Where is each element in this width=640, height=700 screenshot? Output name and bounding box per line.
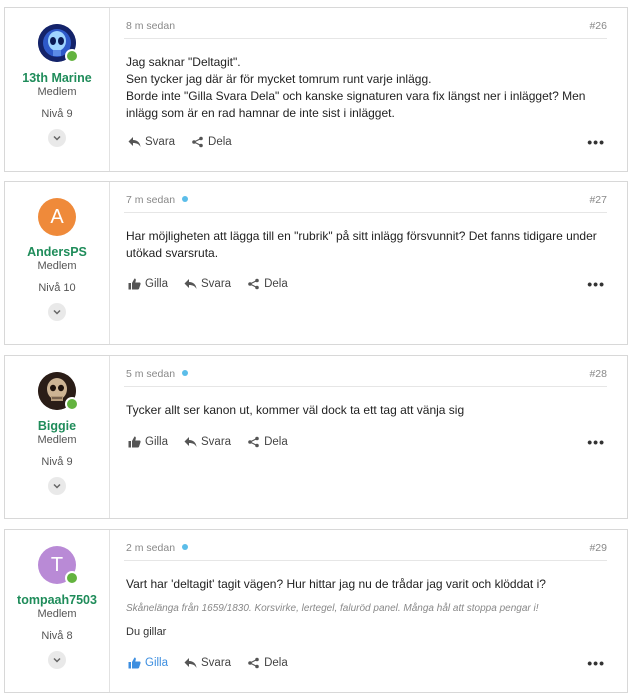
more-options-button[interactable]: ••• (587, 434, 605, 450)
post-text-line: Borde inte "Gilla Svara Dela" och kanske… (126, 89, 586, 103)
you-like-indicator[interactable]: Du gillar (126, 624, 603, 641)
post-text-line: Vart har 'deltagit' tagit vägen? Hur hit… (126, 577, 546, 591)
share-button[interactable]: Dela (247, 436, 288, 448)
reply-button[interactable]: Svara (128, 136, 175, 148)
new-post-indicator (182, 196, 189, 202)
post-body: Vart har 'deltagit' tagit vägen? Hur hit… (126, 576, 603, 593)
reply-button[interactable]: Svara (184, 436, 231, 448)
post-29: T tompaah7503 Medlem Nivå 8 2 m sedan #2… (4, 529, 628, 693)
author-panel: Biggie Medlem Nivå 9 (5, 356, 110, 518)
author-panel: 13th Marine Medlem Nivå 9 (5, 8, 110, 171)
expand-profile-button[interactable] (48, 651, 66, 669)
post-text-line: inlägg som är en rad hamnar de inte sist… (126, 106, 395, 120)
post-number[interactable]: #28 (589, 368, 607, 380)
user-role: Medlem (37, 608, 77, 620)
share-button[interactable]: Dela (191, 136, 232, 148)
post-time[interactable]: 8 m sedan (126, 20, 175, 32)
expand-profile-button[interactable] (48, 477, 66, 495)
expand-profile-button[interactable] (48, 129, 66, 147)
post-text-line: Har möjligheten att lägga till en "rubri… (126, 229, 597, 243)
user-level: Nivå 8 (41, 630, 73, 642)
share-icon (248, 278, 259, 290)
post-time[interactable]: 5 m sedan (126, 368, 175, 380)
chevron-down-icon (53, 483, 61, 489)
username[interactable]: 13th Marine (5, 71, 109, 85)
share-icon (192, 136, 203, 148)
reply-label: Svara (201, 278, 232, 290)
user-role: Medlem (37, 434, 77, 446)
share-label: Dela (264, 436, 288, 448)
share-label: Dela (264, 657, 288, 669)
like-button[interactable]: Gilla (128, 436, 168, 448)
share-icon (248, 436, 259, 448)
user-level: Nivå 10 (38, 282, 76, 294)
reply-icon (128, 137, 141, 147)
like-label: Gilla (145, 657, 169, 669)
new-post-indicator (182, 544, 189, 550)
username[interactable]: Biggie (5, 419, 109, 433)
thumbs-up-icon (128, 278, 141, 290)
post-time[interactable]: 7 m sedan (126, 194, 175, 206)
username[interactable]: AndersPS (5, 245, 109, 259)
more-options-button[interactable]: ••• (587, 134, 605, 150)
reply-icon (184, 279, 197, 289)
more-options-button[interactable]: ••• (587, 655, 605, 671)
like-label: Gilla (145, 436, 169, 448)
post-body: Jag saknar "Deltagit". Sen tycker jag dä… (126, 54, 603, 122)
user-level: Nivå 9 (41, 108, 73, 120)
post-text-line: Sen tycker jag där är för mycket tomrum … (126, 72, 432, 86)
reply-button[interactable]: Svara (184, 278, 231, 290)
avatar[interactable]: A (38, 198, 76, 236)
post-text-line: Jag saknar "Deltagit". (126, 55, 241, 69)
share-button[interactable]: Dela (247, 278, 288, 290)
like-button[interactable]: Gilla (128, 278, 168, 290)
reply-label: Svara (201, 436, 232, 448)
post-number[interactable]: #29 (589, 542, 607, 554)
username[interactable]: tompaah7503 (5, 593, 109, 607)
post-number[interactable]: #27 (589, 194, 607, 206)
chevron-down-icon (53, 135, 61, 141)
new-post-indicator (182, 370, 189, 376)
post-number[interactable]: #26 (589, 20, 607, 32)
online-indicator (65, 571, 79, 585)
share-button[interactable]: Dela (247, 657, 288, 669)
reply-icon (184, 658, 197, 668)
author-panel: T tompaah7503 Medlem Nivå 8 (5, 530, 110, 692)
post-body: Har möjligheten att lägga till en "rubri… (126, 228, 603, 262)
chevron-down-icon (53, 657, 61, 663)
chevron-down-icon (53, 309, 61, 315)
signature: Skånelänga från 1659/1830. Korsvirke, le… (126, 603, 539, 614)
like-label: Gilla (145, 278, 169, 290)
reply-icon (184, 437, 197, 447)
post-text-line: Tycker allt ser kanon ut, kommer väl doc… (126, 403, 465, 417)
more-options-button[interactable]: ••• (587, 276, 605, 292)
thumbs-up-icon (128, 657, 141, 669)
author-panel: A AndersPS Medlem Nivå 10 (5, 182, 110, 344)
avatar-letter: A (50, 205, 64, 228)
post-27: A AndersPS Medlem Nivå 10 7 m sedan #27 … (4, 181, 628, 345)
share-label: Dela (208, 136, 232, 148)
share-icon (248, 657, 259, 669)
online-indicator (65, 49, 79, 63)
online-indicator (65, 397, 79, 411)
reply-label: Svara (201, 657, 232, 669)
share-label: Dela (264, 278, 288, 290)
post-28: Biggie Medlem Nivå 9 5 m sedan #28 Tycke… (4, 355, 628, 519)
user-role: Medlem (37, 86, 77, 98)
like-button[interactable]: Gilla (128, 657, 168, 669)
reply-button[interactable]: Svara (184, 657, 231, 669)
user-role: Medlem (37, 260, 77, 272)
expand-profile-button[interactable] (48, 303, 66, 321)
avatar-letter: T (50, 553, 64, 576)
post-26: 13th Marine Medlem Nivå 9 8 m sedan #26 … (4, 7, 628, 172)
user-level: Nivå 9 (41, 456, 73, 468)
thumbs-up-icon (128, 436, 141, 448)
post-text-line: utökad svarsruta. (126, 246, 219, 260)
post-time[interactable]: 2 m sedan (126, 542, 175, 554)
reply-label: Svara (145, 136, 176, 148)
post-body: Tycker allt ser kanon ut, kommer väl doc… (126, 402, 603, 419)
